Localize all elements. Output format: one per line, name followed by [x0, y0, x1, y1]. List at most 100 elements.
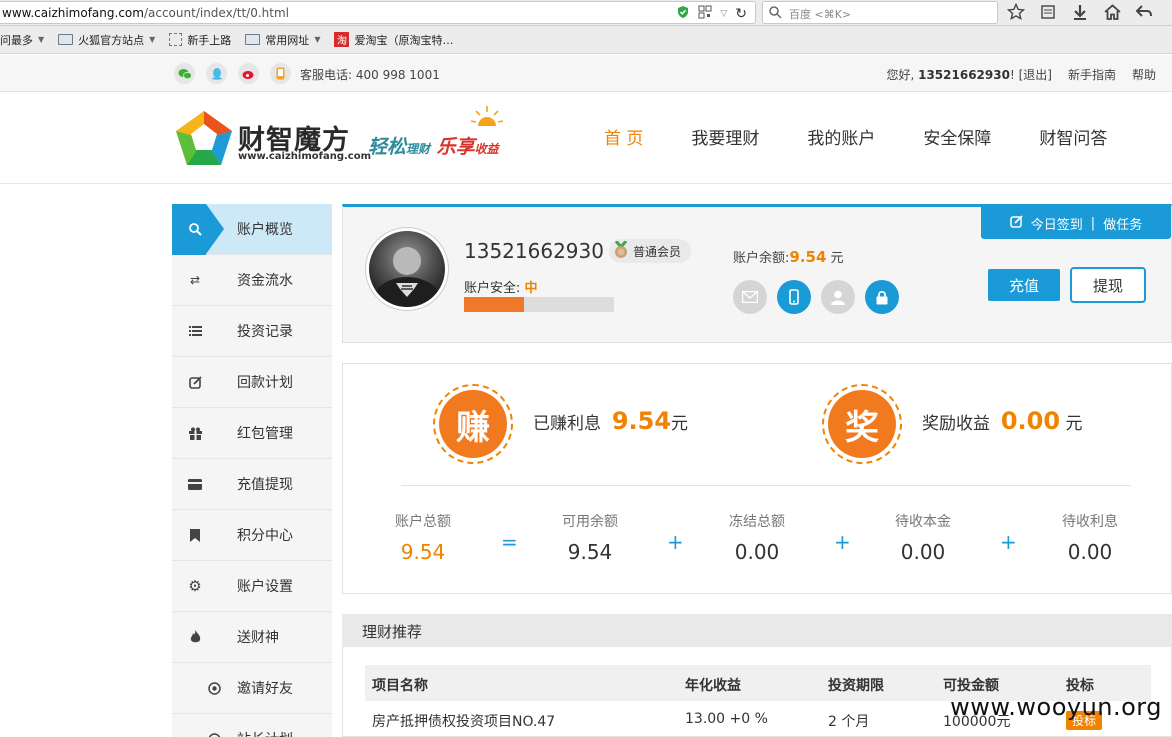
sidebar-item-deposit-withdraw[interactable]: 充值提现: [172, 459, 332, 510]
wechat-icon[interactable]: [174, 63, 195, 84]
do-task-button[interactable]: 做任务: [1103, 214, 1142, 233]
logo-icon[interactable]: [174, 109, 234, 171]
search-icon: [769, 6, 782, 23]
brand-slogan: 轻松理财 乐享收益: [368, 136, 499, 158]
security-level: 账户安全: 中: [464, 281, 538, 296]
bookmark-common-sites[interactable]: 常用网址 ▼: [245, 32, 320, 48]
search-icon: [187, 221, 203, 237]
sidebar-item-label: 站长计划: [237, 729, 293, 737]
address-bar[interactable]: www.caizhimofang.com/account/index/tt/0.…: [0, 1, 756, 24]
fire-icon: [187, 629, 203, 645]
email-verify-icon[interactable]: [733, 280, 767, 314]
folder-icon: [58, 34, 74, 45]
dropdown-arrow-icon[interactable]: ▽: [720, 9, 727, 19]
equals-sign: =: [501, 530, 518, 554]
home-icon[interactable]: [1102, 2, 1122, 22]
sidebar-item-points[interactable]: 积分中心: [172, 510, 332, 561]
nav-invest[interactable]: 我要理财: [691, 124, 759, 149]
checkin-icon: [1010, 214, 1023, 232]
sidebar-item-settings[interactable]: ⚙ 账户设置: [172, 561, 332, 612]
col-amount: 可投金额: [943, 678, 999, 694]
list-icon: [187, 323, 203, 339]
nav-my-account[interactable]: 我的账户: [807, 124, 875, 149]
weibo-icon[interactable]: [238, 63, 259, 84]
circle-dot-icon: [206, 731, 222, 737]
gift-icon: [187, 425, 203, 441]
sun-icon: [470, 104, 504, 134]
bookmark-most-visited[interactable]: 问最多 ▼: [0, 32, 44, 48]
divider: [401, 485, 1131, 486]
logout-link[interactable]: [退出]: [1019, 68, 1052, 82]
sidebar-item-label: 账户概览: [237, 222, 293, 238]
withdraw-button[interactable]: 提现: [1070, 267, 1146, 303]
watermark: www.wooyun.org: [950, 693, 1162, 721]
sidebar-item-invite[interactable]: 邀请好友: [172, 663, 332, 714]
recommend-title: 理财推荐: [342, 614, 1172, 647]
edit-icon: [187, 374, 203, 390]
sidebar-item-red-packets[interactable]: 红包管理: [172, 408, 332, 459]
help-link[interactable]: 帮助: [1132, 66, 1156, 83]
phone-verify-icon[interactable]: [777, 280, 811, 314]
plus-sign: +: [1000, 530, 1017, 554]
mobile-icon[interactable]: [270, 63, 291, 84]
signin-task-bar: 今日签到 | 做任务: [981, 207, 1171, 239]
identity-verify-icon[interactable]: [821, 280, 855, 314]
download-icon[interactable]: [1070, 2, 1090, 22]
reward-income: 奖励收益 0.00 元: [922, 407, 1083, 435]
sidebar-item-label: 投资记录: [237, 324, 293, 340]
star-icon[interactable]: [1006, 2, 1026, 22]
reload-icon[interactable]: ↻: [735, 6, 747, 22]
earnings-panel: 赚 已赚利息 9.54元 奖 奖励收益 0.00 元 账户总额 9.54 = 可用…: [342, 363, 1172, 594]
nav-faq[interactable]: 财智问答: [1039, 124, 1107, 149]
sidebar-item-cashflow[interactable]: ⇄ 资金流水: [172, 255, 332, 306]
plus-sign: +: [834, 530, 851, 554]
reward-badge: 奖: [822, 384, 902, 464]
qq-icon[interactable]: [206, 63, 227, 84]
bookmark-icon: [187, 527, 203, 543]
col-term: 投资期限: [828, 678, 884, 694]
lock-icon[interactable]: [865, 280, 899, 314]
search-placeholder: 百度 <⌘K>: [789, 8, 852, 21]
nav-home[interactable]: 首 页: [604, 124, 643, 149]
transfer-icon: ⇄: [189, 273, 201, 287]
bookmark-getting-started[interactable]: 新手上路: [169, 32, 231, 48]
charge-button[interactable]: 充值: [988, 269, 1060, 301]
back-icon[interactable]: [1134, 2, 1154, 22]
stat-total: 账户总额 9.54: [395, 514, 451, 564]
sidebar-item-label: 回款计划: [237, 375, 293, 391]
separator: |: [1090, 215, 1096, 231]
search-input[interactable]: 百度 <⌘K>: [762, 1, 998, 24]
sidebar-item-label: 红包管理: [237, 426, 293, 442]
sidebar-item-overview[interactable]: 账户概览: [172, 204, 332, 255]
col-rate: 年化收益: [685, 678, 741, 694]
chevron-down-icon: ▼: [149, 35, 156, 44]
card-icon: [187, 476, 203, 492]
sidebar-item-repayment[interactable]: 回款计划: [172, 357, 332, 408]
bookmark-aitaobao[interactable]: 淘爱淘宝（原淘宝特…: [334, 32, 453, 48]
account-phone: 13521662930: [464, 239, 604, 263]
earned-badge: 赚: [433, 384, 513, 464]
sidebar-item-label: 账户设置: [237, 579, 293, 595]
avatar[interactable]: [365, 227, 449, 311]
sidebar-item-fortune[interactable]: 送财神: [172, 612, 332, 663]
security-progress-fill: [464, 297, 524, 312]
site-header: 财智魔方 www.caizhimofang.com 轻松理财 乐享收益 首 页 …: [0, 92, 1172, 184]
gear-icon: ⚙: [188, 577, 202, 595]
stat-frozen: 冻结总额 0.00: [729, 514, 785, 564]
stat-available: 可用余额 9.54: [562, 514, 618, 564]
reading-list-icon[interactable]: [1038, 2, 1058, 22]
col-name: 项目名称: [372, 678, 428, 694]
sidebar-item-investments[interactable]: 投资记录: [172, 306, 332, 357]
guide-link[interactable]: 新手指南: [1068, 66, 1116, 83]
bookmark-firefox-site[interactable]: 火狐官方站点 ▼: [58, 32, 155, 48]
qrcode-icon[interactable]: [698, 5, 712, 23]
account-balance: 账户余额:9.54 元: [733, 248, 844, 266]
stat-pending-interest: 待收利息 0.00: [1062, 514, 1118, 564]
nav-security[interactable]: 安全保障: [923, 124, 991, 149]
chevron-down-icon: ▼: [314, 35, 321, 44]
project-name[interactable]: 房产抵押债权投资项目NO.47: [372, 711, 555, 731]
daily-signin-button[interactable]: 今日签到: [1031, 214, 1083, 233]
username: 13521662930: [918, 68, 1010, 82]
account-sidebar: 账户概览 ⇄ 资金流水 投资记录 回款计划 红包管理 充值提现 积分中心 ⚙ 账…: [172, 204, 332, 737]
sidebar-item-webmaster[interactable]: 站长计划: [172, 714, 332, 737]
